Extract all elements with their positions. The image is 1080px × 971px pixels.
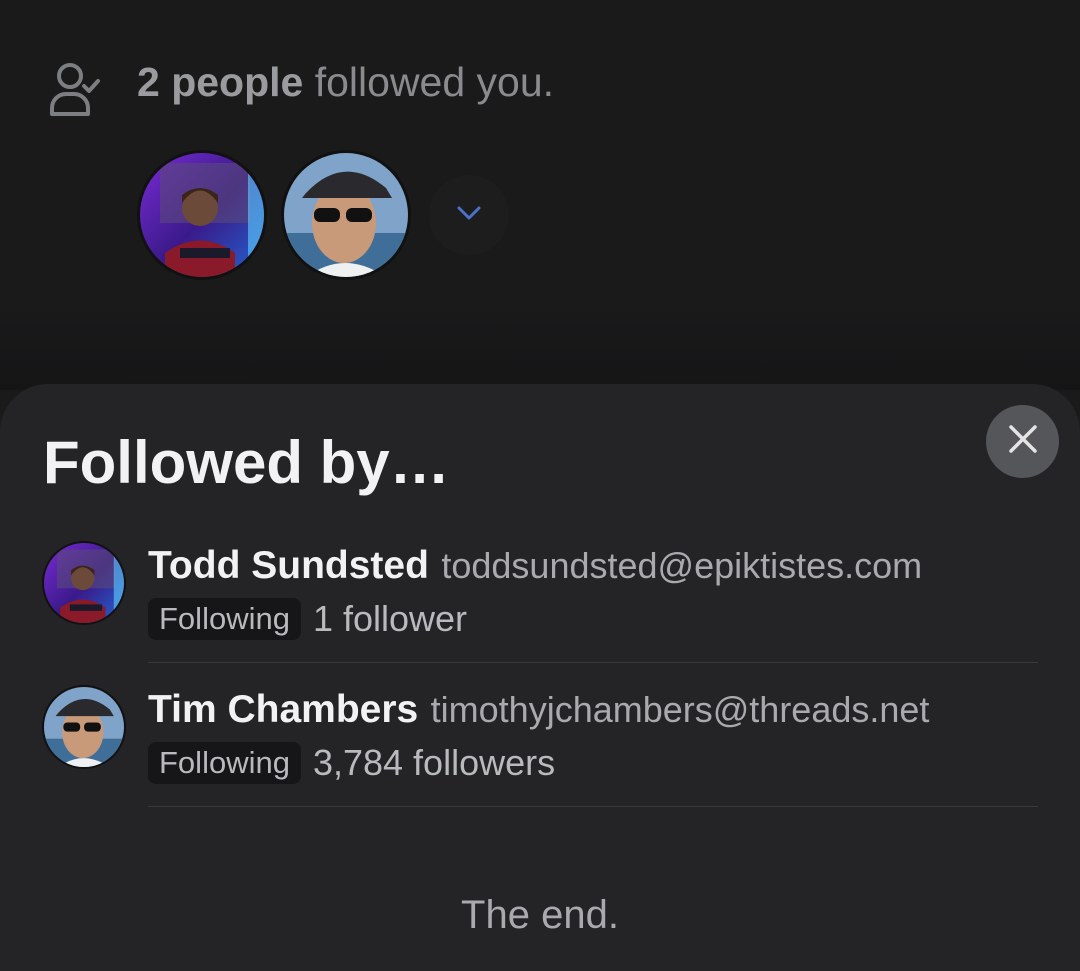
avatar-tim-large[interactable]: [281, 150, 411, 280]
end-of-list-text: The end.: [461, 893, 619, 937]
person-check-icon: [44, 58, 104, 118]
follower-meta: Following 1 follower: [148, 598, 467, 640]
close-button[interactable]: [986, 405, 1059, 478]
close-icon: [1008, 424, 1038, 459]
expand-button[interactable]: [429, 175, 509, 255]
follower-name[interactable]: Tim Chambers: [148, 688, 418, 731]
avatar[interactable]: [42, 685, 126, 769]
follower-name-line: Todd Sundsted toddsundsted@epiktistes.co…: [148, 544, 922, 596]
avatar[interactable]: [42, 541, 126, 625]
chevron-down-icon: [455, 204, 483, 227]
follower-name[interactable]: Todd Sundsted: [148, 544, 429, 587]
follower-handle[interactable]: timothyjchambers@threads.net: [431, 689, 930, 730]
follower-count: 1 follower: [312, 598, 468, 639]
following-badge: Following: [148, 742, 301, 784]
notification-message: followed you.: [314, 59, 555, 105]
sheet-title: Followed by…: [43, 429, 450, 496]
follower-handle[interactable]: toddsundsted@epiktistes.com: [441, 545, 922, 586]
backdrop-fade: [0, 300, 1080, 390]
follower-name-line: Tim Chambers timothyjchambers@threads.ne…: [148, 688, 929, 740]
follower-meta: Following 3,784 followers: [148, 742, 555, 784]
avatar-todd-large[interactable]: [137, 150, 267, 280]
divider: [148, 662, 1038, 663]
follower-count: 3,784 followers: [312, 742, 556, 783]
follower-avatars: [137, 150, 509, 280]
divider: [148, 806, 1038, 807]
notification-text: 2 people followed you.: [137, 58, 554, 106]
notification-row: [44, 58, 104, 118]
following-badge: Following: [148, 598, 301, 640]
notification-count: 2 people: [137, 59, 304, 105]
